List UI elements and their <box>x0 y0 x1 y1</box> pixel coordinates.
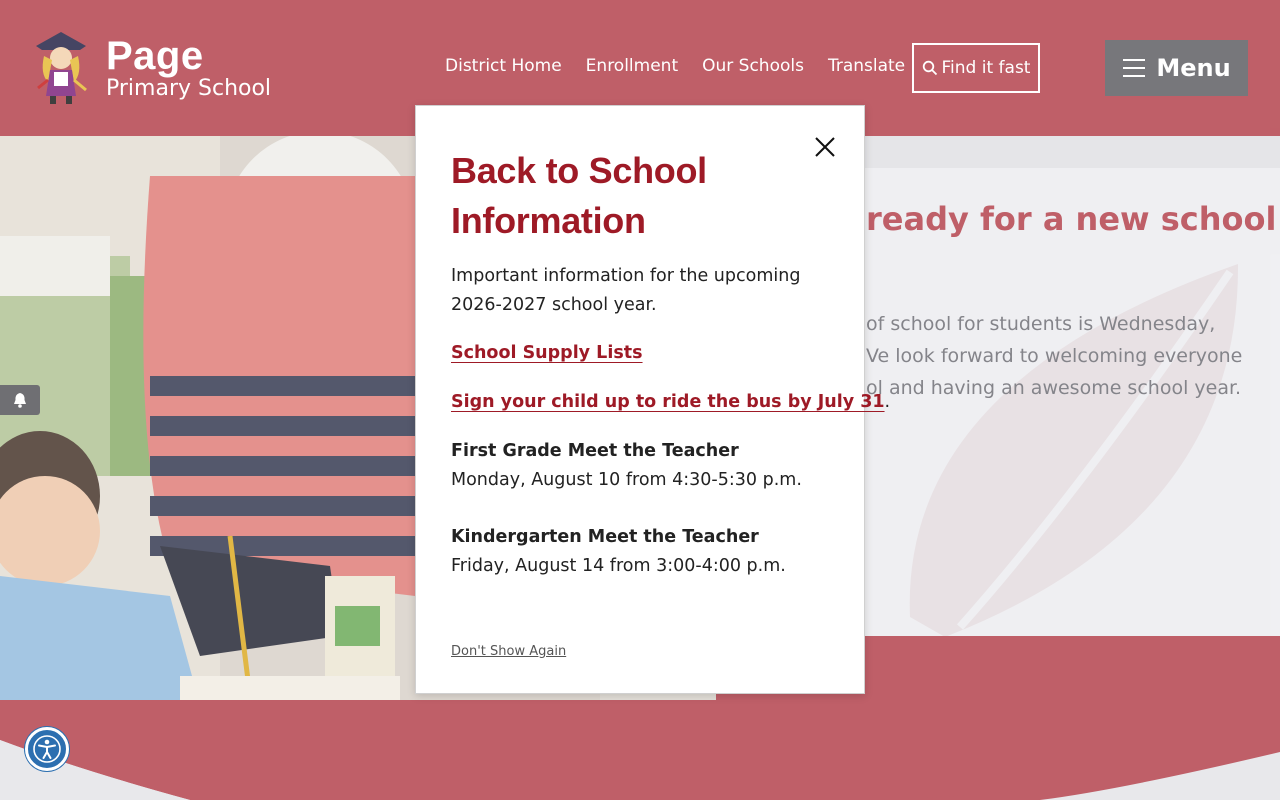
bell-icon <box>14 393 26 408</box>
school-supply-lists-link[interactable]: School Supply Lists <box>451 343 643 363</box>
event-time: Monday, August 10 from 4:30-5:30 p.m. <box>451 470 802 490</box>
modal-intro: Important information for the upcoming 2… <box>451 266 801 315</box>
modal-title: Back to School Information <box>451 150 707 241</box>
close-icon[interactable] <box>814 136 836 158</box>
bus-signup-paragraph: Sign your child up to ride the bus by Ju… <box>451 388 890 417</box>
bus-signup-suffix: . <box>884 392 891 412</box>
event-item: Kindergarten Meet the Teacher Friday, Au… <box>451 523 786 581</box>
event-item: First Grade Meet the Teacher Monday, Aug… <box>451 437 802 495</box>
back-to-school-modal: Back to School Information Important inf… <box>415 105 890 694</box>
accessibility-button[interactable] <box>25 727 69 771</box>
alerts-tab[interactable] <box>0 385 40 415</box>
accessibility-icon <box>33 735 61 763</box>
bus-signup-link[interactable]: Sign your child up to ride the bus by Ju… <box>451 392 885 412</box>
supply-list-paragraph: School Supply Lists <box>451 339 643 368</box>
dont-show-again-link[interactable]: Don't Show Again <box>451 644 566 659</box>
event-time: Friday, August 14 from 3:00-4:00 p.m. <box>451 556 786 576</box>
event-title: First Grade Meet the Teacher <box>451 441 739 461</box>
event-title: Kindergarten Meet the Teacher <box>451 527 759 547</box>
